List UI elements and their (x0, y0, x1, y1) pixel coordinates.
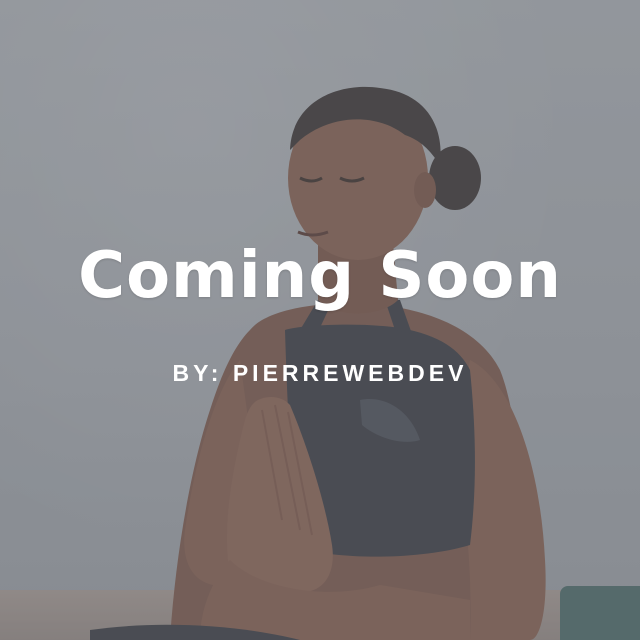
author-byline: BY: PIERREWEBDEV (172, 360, 468, 386)
hero-background: Coming Soon BY: PIERREWEBDEV (0, 0, 640, 640)
dim-overlay (0, 0, 640, 640)
page-title: Coming Soon (78, 239, 562, 313)
